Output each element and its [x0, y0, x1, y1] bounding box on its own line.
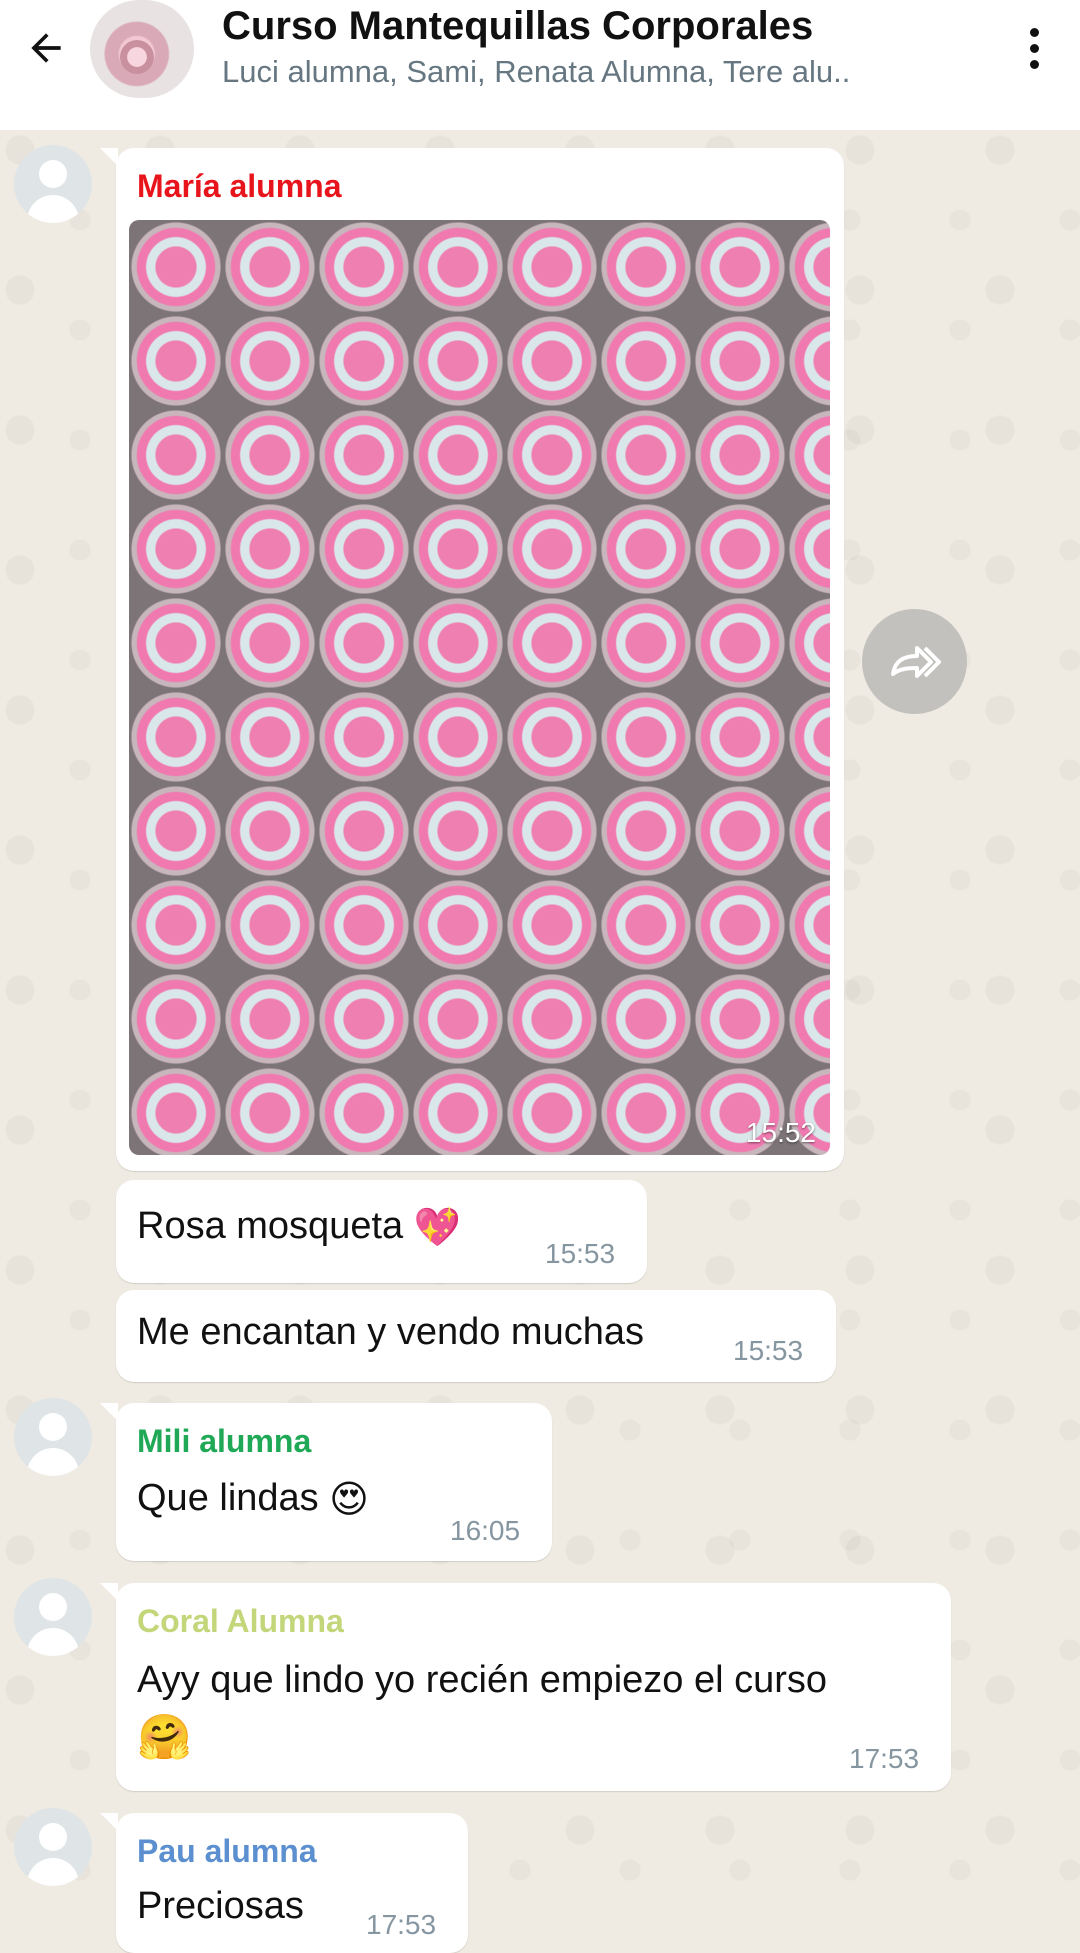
message-time: 16:05	[450, 1515, 521, 1546]
message-time: 15:53	[545, 1238, 616, 1269]
message-text: Me encantan y vendo muchas	[137, 1311, 644, 1353]
more-vertical-icon	[1029, 27, 1039, 37]
message-time: 17:53	[366, 1909, 437, 1940]
message-bubble[interactable]: Coral Alumna Ayy que lindo yo recién emp…	[100, 1583, 951, 1791]
back-button[interactable]	[18, 20, 74, 76]
forward-icon	[890, 645, 941, 678]
sender-name[interactable]: Pau alumna	[137, 1833, 317, 1870]
message-bubble[interactable]: Mili alumna Que lindas 😍 16:05	[100, 1403, 552, 1561]
message-time: 15:53	[733, 1335, 804, 1366]
message-bubble[interactable]: Rosa mosqueta 💖 15:53	[116, 1180, 647, 1283]
arrow-left-icon	[31, 33, 61, 63]
sender-name[interactable]: Mili alumna	[137, 1423, 311, 1460]
message-text: Rosa mosqueta	[137, 1205, 404, 1247]
hugging-face-emoji: 🤗	[137, 1713, 192, 1762]
heart-eyes-emoji: 😍	[329, 1479, 369, 1522]
message-text: Que lindas	[137, 1477, 319, 1519]
avatar[interactable]	[14, 145, 92, 223]
message-bubble[interactable]: Pau alumna Preciosas 17:53	[100, 1813, 468, 1953]
avatar[interactable]	[14, 1398, 92, 1476]
sender-name[interactable]: María alumna	[137, 168, 342, 205]
chat-header: Curso Mantequillas Corporales Luci alumn…	[0, 0, 1080, 130]
forward-button[interactable]	[862, 609, 967, 714]
message-time: 15:52	[745, 1117, 816, 1148]
avatar[interactable]	[14, 1578, 92, 1656]
avatar[interactable]	[14, 1808, 92, 1886]
message-text: Preciosas	[137, 1885, 304, 1927]
message-bubble[interactable]: Me encantan y vendo muchas 15:53	[116, 1290, 836, 1382]
chat-title[interactable]: Curso Mantequillas Corporales	[222, 4, 813, 49]
chat-participants[interactable]: Luci alumna, Sami, Renata Alumna, Tere a…	[222, 54, 922, 90]
more-options-button[interactable]	[1006, 16, 1062, 80]
message-text: Ayy que lindo yo recién empiezo el curso	[137, 1659, 828, 1701]
message-time: 17:53	[849, 1743, 920, 1774]
message-photo[interactable]: 15:52	[129, 220, 830, 1155]
sender-name[interactable]: Coral Alumna	[137, 1603, 344, 1640]
group-avatar[interactable]	[90, 0, 194, 98]
sparkling-heart-emoji: 💖	[413, 1206, 462, 1249]
